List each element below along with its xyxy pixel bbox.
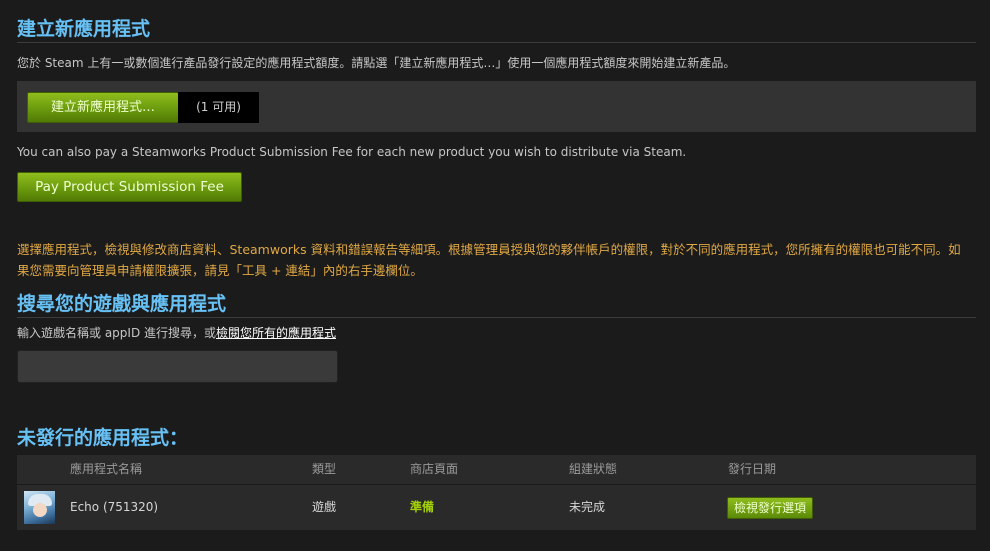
create-app-description: 您於 Steam 上有一或數個進行產品發行設定的應用程式額度。請點選「建立新應用… [17,56,736,70]
view-release-options-button[interactable]: 檢視發行選項 [727,497,814,519]
unreleased-apps-title: 未發行的應用程式： [17,427,189,449]
column-build-status: 組建狀態 [569,462,618,476]
pay-submission-fee-button[interactable]: Pay Product Submission Fee [17,172,242,202]
table-row[interactable]: Echo (751320) 遊戲 準備 未完成 檢視發行選項 [17,485,976,530]
available-count-badge: (1 可用) [178,92,259,123]
search-title: 搜尋您的遊戲與應用程式 [17,293,227,315]
apps-table-header: 應用程式名稱 類型 商店頁面 組建狀態 發行日期 [17,455,976,484]
column-type: 類型 [312,462,337,476]
create-new-app-button[interactable]: 建立新應用程式… [27,92,179,123]
app-capsule-image [24,491,55,524]
search-hint: 輸入遊戲名稱或 appID 進行搜尋，或檢閱您所有的應用程式 [17,324,336,341]
title-divider [17,42,976,43]
app-type-cell: 遊戲 [312,500,337,514]
app-name-cell[interactable]: Echo (751320) [70,485,158,530]
search-divider [17,317,976,318]
column-release-date: 發行日期 [728,462,777,476]
search-input[interactable] [17,350,338,383]
view-all-apps-link[interactable]: 檢閱您所有的應用程式 [216,326,336,340]
search-hint-text: 輸入遊戲名稱或 appID 進行搜尋，或 [17,326,216,340]
store-page-status[interactable]: 準備 [410,485,434,530]
permissions-notice: 選擇應用程式，檢視與修改商店資料、Steamworks 資料和錯誤報告等細項。根… [17,242,961,278]
column-app-name: 應用程式名稱 [70,462,143,476]
column-store-page: 商店頁面 [410,462,459,476]
submission-fee-text: You can also pay a Steamworks Product Su… [17,145,687,159]
build-status-cell: 未完成 [569,500,606,514]
create-app-title: 建立新應用程式 [17,18,151,40]
